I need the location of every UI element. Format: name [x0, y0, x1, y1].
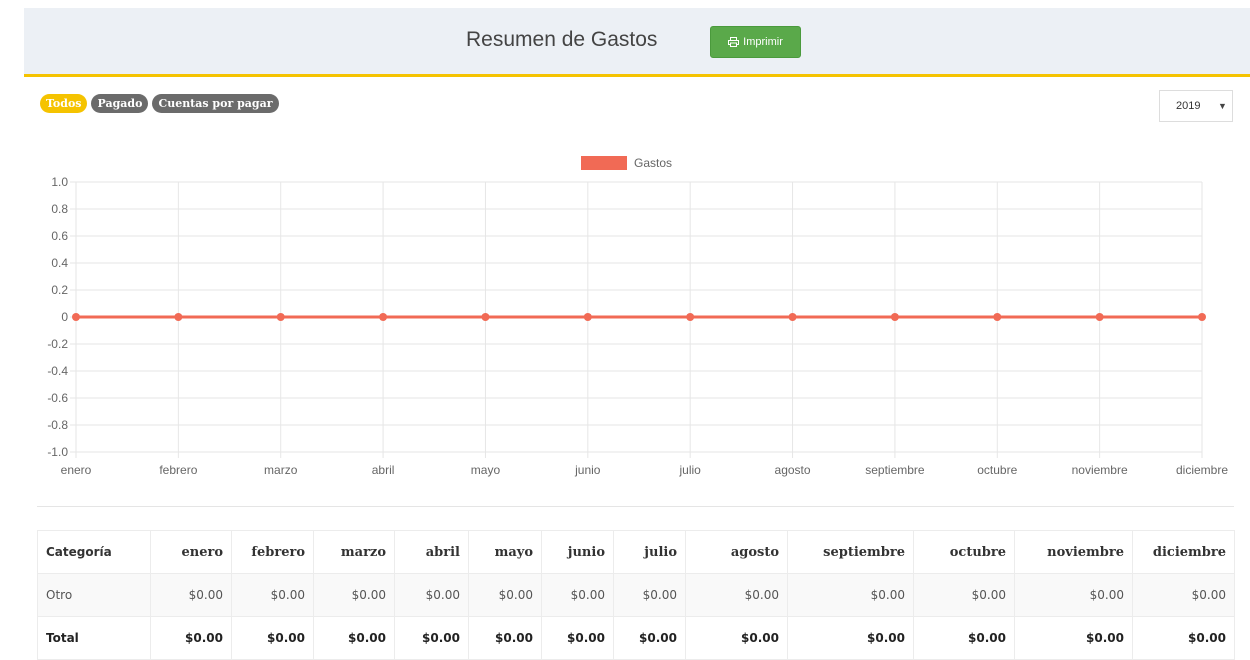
x-tick-label: octubre [977, 463, 1017, 477]
legend-label: Gastos [634, 156, 672, 170]
table-cell: $0.00 [231, 616, 314, 660]
column-header: mayo [468, 530, 542, 574]
table-cell: $0.00 [150, 573, 232, 617]
y-tick-label: -1.0 [47, 445, 68, 459]
table-cell: $0.00 [913, 573, 1015, 617]
y-tick-label: 0.2 [51, 283, 68, 297]
expenses-line-chart: 1.0 0.8 0.6 0.4 0.2 0 -0.2 -0.4 -0.6 -0.8 -1.0 ener… [47, 156, 1228, 477]
table-total-row: Total $0.00 $0.00 $0.00 $0.00 $0.00 $0.0… [37, 616, 1235, 660]
column-header: febrero [231, 530, 314, 574]
table-cell: Total [37, 616, 151, 660]
expenses-summary-table: Categoría enero febrero marzo abril mayo… [37, 530, 1235, 660]
x-tick-label: agosto [775, 463, 811, 477]
table-cell: $0.00 [468, 573, 542, 617]
x-tick-label: marzo [264, 463, 298, 477]
table-cell: $0.00 [685, 573, 788, 617]
table-cell: $0.00 [394, 573, 469, 617]
x-tick-label: enero [61, 463, 92, 477]
data-point [993, 313, 1002, 321]
table-cell: $0.00 [685, 616, 788, 660]
table-row: Otro $0.00 $0.00 $0.00 $0.00 $0.00 $0.00… [37, 573, 1235, 617]
table-cell: $0.00 [150, 616, 232, 660]
column-header: junio [541, 530, 614, 574]
y-tick-label: -0.6 [47, 391, 68, 405]
column-header: noviembre [1014, 530, 1133, 574]
table-cell: $0.00 [394, 616, 469, 660]
filter-todos[interactable]: Todos [40, 94, 88, 113]
page-header: Resumen de Gastos Imprimir [24, 8, 1250, 77]
x-tick-label: diciembre [1176, 463, 1228, 477]
table-cell: $0.00 [313, 573, 395, 617]
table-cell: $0.00 [913, 616, 1015, 660]
table-cell: $0.00 [541, 616, 614, 660]
y-tick-label: -0.8 [47, 418, 68, 432]
y-tick-label: 1.0 [51, 175, 68, 189]
print-button[interactable]: Imprimir [710, 26, 801, 58]
y-tick-label: -0.4 [47, 364, 68, 378]
x-tick-label: julio [679, 463, 702, 477]
table-cell: $0.00 [541, 573, 614, 617]
table-cell: $0.00 [787, 573, 914, 617]
data-point [583, 313, 592, 321]
column-header: marzo [313, 530, 395, 574]
data-point [481, 313, 490, 321]
column-header: Categoría [37, 530, 151, 574]
year-select[interactable]: 2019 ▼ [1159, 90, 1233, 122]
x-tick-label: febrero [159, 463, 197, 477]
status-filters: Todos Pagado Cuentas por pagar [40, 94, 279, 113]
y-tick-label: -0.2 [47, 337, 68, 351]
data-point [174, 313, 183, 321]
y-tick-label: 0.8 [51, 202, 68, 216]
data-point [276, 313, 285, 321]
data-point [788, 313, 797, 321]
year-select-value: 2019 [1176, 100, 1201, 112]
y-tick-label: 0 [61, 310, 68, 324]
table-header-row: Categoría enero febrero marzo abril mayo… [37, 530, 1235, 574]
column-header: diciembre [1132, 530, 1235, 574]
column-header: agosto [685, 530, 788, 574]
data-point [1095, 313, 1104, 321]
data-point [72, 313, 80, 321]
page-title: Resumen de Gastos [466, 28, 658, 51]
table-cell: $0.00 [1014, 573, 1133, 617]
divider [37, 506, 1234, 507]
table-cell: $0.00 [1132, 616, 1235, 660]
print-button-label: Imprimir [743, 36, 783, 48]
table-cell: $0.00 [468, 616, 542, 660]
table-cell: $0.00 [787, 616, 914, 660]
printer-icon [728, 37, 740, 47]
table-cell: $0.00 [313, 616, 395, 660]
column-header: abril [394, 530, 469, 574]
table-cell: Otro [37, 573, 151, 617]
data-point [686, 313, 695, 321]
filter-pagado[interactable]: Pagado [91, 94, 149, 113]
x-tick-label: septiembre [865, 463, 925, 477]
x-tick-label: junio [574, 463, 601, 477]
table-cell: $0.00 [613, 616, 686, 660]
legend-swatch [581, 156, 627, 170]
caret-down-icon: ▼ [1218, 101, 1227, 111]
x-tick-label: abril [372, 463, 395, 477]
column-header: septiembre [787, 530, 914, 574]
column-header: enero [150, 530, 232, 574]
column-header: julio [613, 530, 686, 574]
x-tick-label: mayo [471, 463, 501, 477]
y-tick-label: 0.6 [51, 229, 68, 243]
table-cell: $0.00 [231, 573, 314, 617]
data-point [890, 313, 899, 321]
y-tick-label: 0.4 [51, 256, 68, 270]
data-point [379, 313, 388, 321]
data-point [1198, 313, 1206, 321]
table-cell: $0.00 [613, 573, 686, 617]
table-cell: $0.00 [1014, 616, 1133, 660]
filter-cuentas-por-pagar[interactable]: Cuentas por pagar [152, 94, 279, 113]
column-header: octubre [913, 530, 1015, 574]
x-tick-label: noviembre [1072, 463, 1128, 477]
table-cell: $0.00 [1132, 573, 1235, 617]
